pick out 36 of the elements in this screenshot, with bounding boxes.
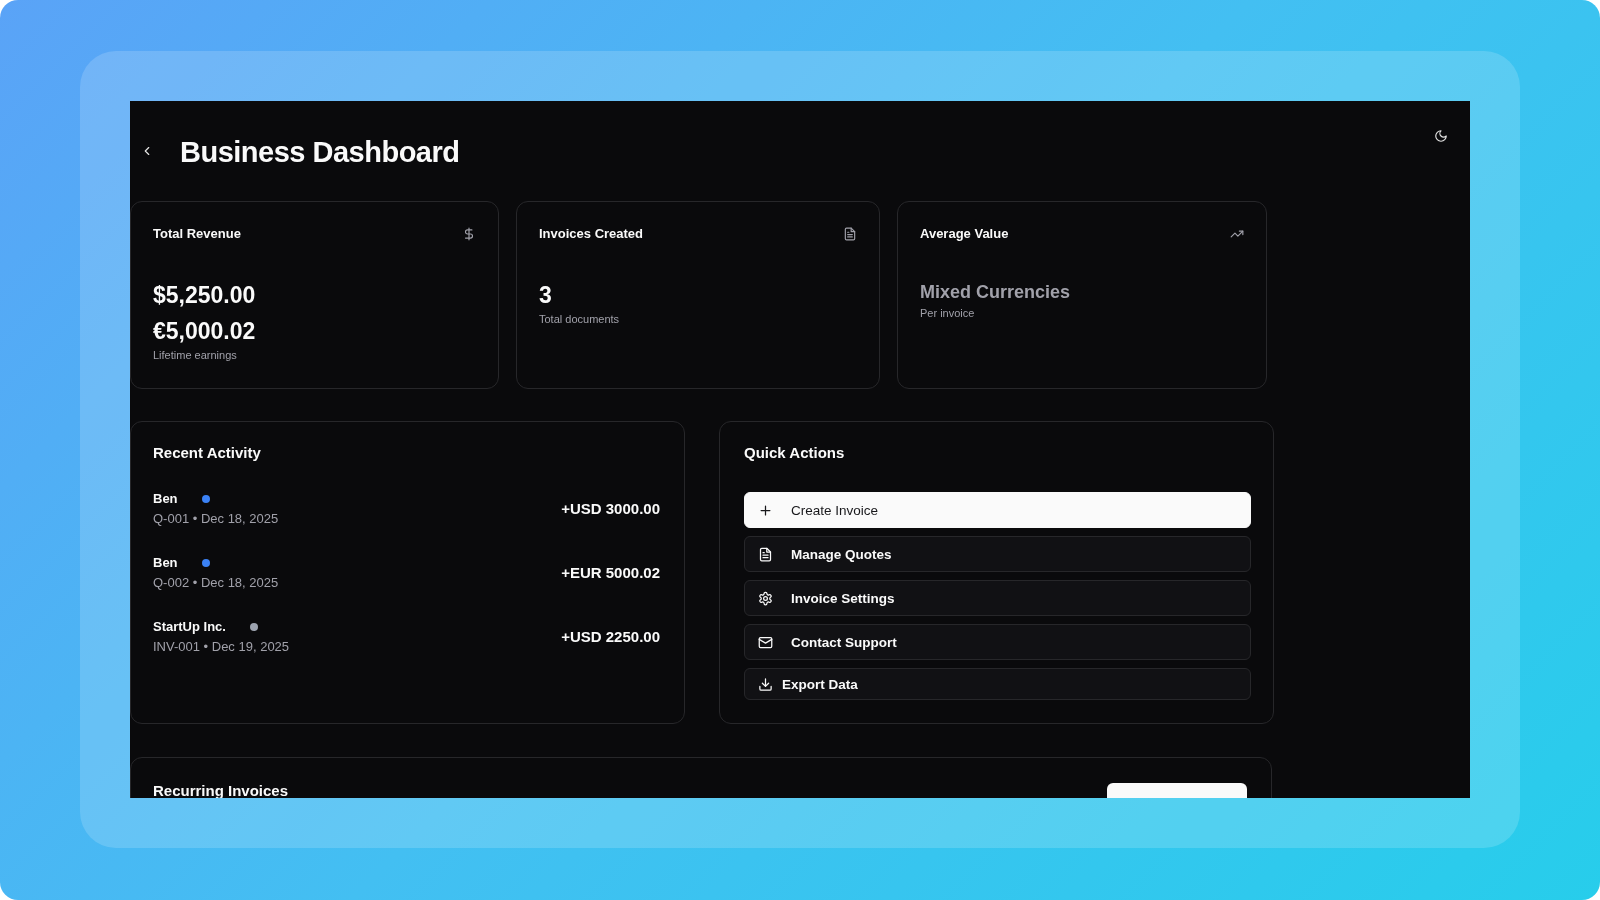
stat-value: 3 [539, 281, 553, 310]
stat-value: €5,000.02 [153, 317, 257, 346]
document-icon [758, 546, 773, 562]
section-title: Recent Activity [153, 444, 262, 461]
action-button[interactable]: Contact Support [744, 624, 1251, 660]
moon-icon [1434, 129, 1448, 143]
activity-detail: Q-001 • Dec 18, 2025 [153, 511, 279, 526]
section-title: Quick Actions [744, 444, 846, 461]
action-button[interactable]: Create Invoice [744, 492, 1251, 528]
stat-title: Invoices Created [539, 226, 644, 241]
plus-icon [758, 502, 773, 518]
stat-caption: Total documents [539, 313, 621, 325]
stat-caption: Lifetime earnings [153, 349, 238, 361]
activity-amount: +USD 3000.00 [561, 500, 660, 517]
client-name: Ben [153, 555, 178, 570]
stat-value: $5,250.00 [153, 281, 257, 310]
theme-toggle-button[interactable] [1432, 127, 1450, 145]
stat-caption: Per invoice [920, 307, 976, 319]
activity-detail: Q-002 • Dec 18, 2025 [153, 575, 279, 590]
action-button[interactable]: Invoice Settings [744, 580, 1251, 616]
page-title: Business Dashboard [180, 135, 460, 169]
stat-title: Average Value [920, 226, 1009, 241]
download-icon [758, 676, 773, 692]
client-name: Ben [153, 491, 178, 506]
dollar-icon [462, 226, 476, 241]
action-button[interactable]: Export Data [744, 668, 1251, 700]
mail-icon [758, 634, 773, 650]
activity-detail: INV-001 • Dec 19, 2025 [153, 639, 290, 654]
stat-value: Mixed Currencies [920, 281, 1072, 304]
stat-title: Total Revenue [153, 226, 241, 241]
activity-amount: +USD 2250.00 [561, 628, 660, 645]
client-name: StartUp Inc. [153, 619, 226, 634]
activity-amount: +EUR 5000.02 [561, 564, 660, 581]
settings-icon [758, 590, 773, 606]
document-icon [843, 226, 857, 241]
action-button[interactable]: Manage Quotes [744, 536, 1251, 572]
